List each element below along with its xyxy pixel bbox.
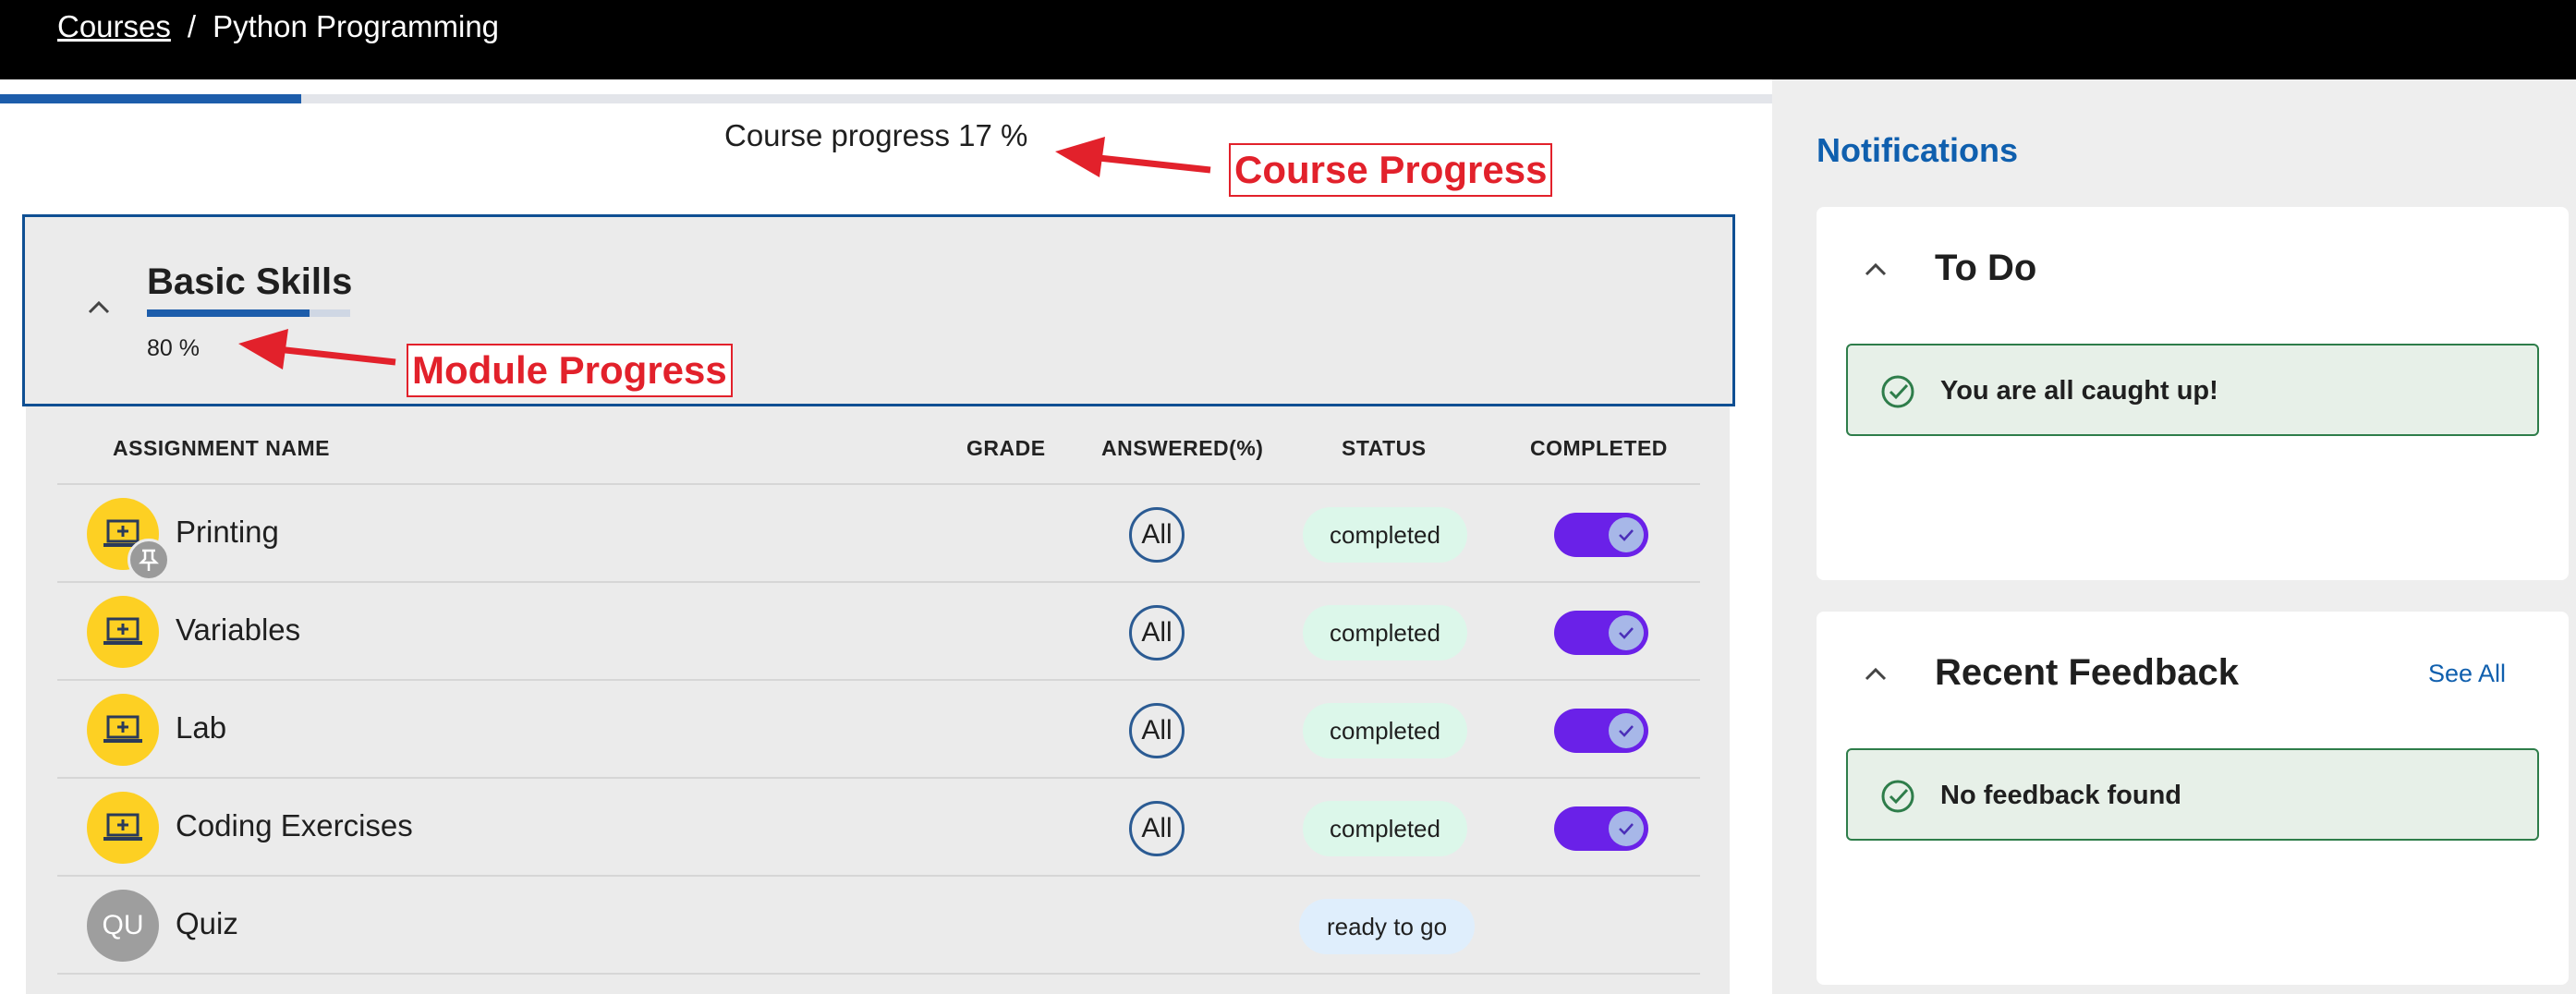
assignment-name-link[interactable]: Coding Exercises — [176, 808, 413, 843]
laptop-icon — [87, 596, 159, 668]
table-row[interactable]: Printing All completed — [57, 485, 1700, 583]
completed-toggle[interactable] — [1554, 513, 1648, 557]
module-progress-annotation: Module Progress — [407, 344, 733, 397]
todo-title: To Do — [1935, 248, 2037, 288]
header-assignment-name: ASSIGNMENT NAME — [113, 436, 330, 460]
feedback-title: Recent Feedback — [1935, 652, 2240, 693]
notifications-panel: Notifications To Do You are all caught u… — [1772, 79, 2576, 994]
table-row[interactable]: Coding Exercises All completed — [57, 779, 1700, 877]
laptop-icon — [87, 792, 159, 864]
pin-icon — [128, 539, 170, 581]
see-all-link[interactable]: See All — [2428, 660, 2506, 688]
notifications-title: Notifications — [1817, 131, 2019, 169]
check-icon — [1609, 811, 1644, 846]
todo-card: To Do You are all caught up! — [1817, 207, 2569, 580]
status-badge: completed — [1303, 703, 1467, 758]
status-badge: ready to go — [1299, 899, 1475, 954]
table-row[interactable]: Variables All completed — [57, 583, 1700, 681]
assignment-name-link[interactable]: Printing — [176, 515, 279, 550]
feedback-card: Recent Feedback See All No feedback foun… — [1817, 612, 2569, 985]
status-badge: completed — [1303, 507, 1467, 563]
todo-message-box: You are all caught up! — [1846, 344, 2539, 436]
course-progress-annotation: Course Progress — [1229, 143, 1553, 197]
check-circle-icon — [1879, 373, 1916, 410]
status-badge: completed — [1303, 801, 1467, 856]
check-icon — [1609, 713, 1644, 748]
feedback-message: No feedback found — [1940, 781, 2182, 810]
assignment-name-link[interactable]: Lab — [176, 710, 226, 746]
assignment-name-link[interactable]: Variables — [176, 612, 300, 648]
table-header: ASSIGNMENT NAME GRADE ANSWERED(%) STATUS… — [57, 406, 1700, 485]
chevron-up-icon[interactable] — [1861, 660, 1890, 689]
quiz-avatar: QU — [87, 890, 159, 962]
answered-badge: All — [1129, 605, 1185, 661]
completed-toggle[interactable] — [1554, 806, 1648, 851]
status-badge: completed — [1303, 605, 1467, 661]
header-grade: GRADE — [966, 436, 1046, 460]
check-icon — [1609, 615, 1644, 650]
check-circle-icon — [1879, 778, 1916, 815]
assignment-name-link[interactable]: Quiz — [176, 906, 238, 941]
annotation-arrows — [238, 137, 1211, 370]
completed-toggle[interactable] — [1554, 611, 1648, 655]
header-completed: COMPLETED — [1530, 436, 1668, 460]
answered-badge: All — [1129, 507, 1185, 563]
header-status: STATUS — [1342, 436, 1427, 460]
header-answered: ANSWERED(%) — [1101, 436, 1264, 460]
completed-toggle[interactable] — [1554, 709, 1648, 753]
laptop-icon — [87, 694, 159, 766]
table-row[interactable]: QU Quiz ready to go — [57, 877, 1700, 975]
table-row[interactable]: Lab All completed — [57, 681, 1700, 779]
assignment-table: ASSIGNMENT NAME GRADE ANSWERED(%) STATUS… — [26, 406, 1730, 994]
chevron-up-icon[interactable] — [1861, 255, 1890, 285]
feedback-message-box: No feedback found — [1846, 748, 2539, 841]
check-icon — [1609, 517, 1644, 552]
answered-badge: All — [1129, 703, 1185, 758]
todo-message: You are all caught up! — [1940, 376, 2218, 406]
answered-badge: All — [1129, 801, 1185, 856]
